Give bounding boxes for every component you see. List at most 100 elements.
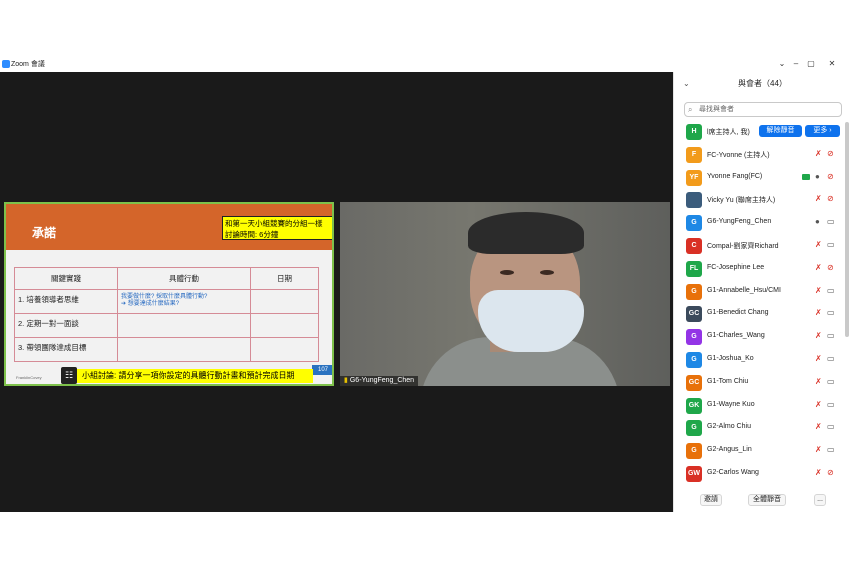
participant-row[interactable]: FL FC-Josephine Lee ✗ ⊘ (674, 259, 844, 282)
participant-row[interactable]: G G2-Angus_Lin ✗ ▭ (674, 441, 844, 464)
avatar: F (686, 146, 702, 163)
participant-name: G1-Annabelle_Hsu/CMI (707, 286, 781, 294)
participant-row[interactable]: G G1-Joshua_Ko ✗ ▭ (674, 350, 844, 373)
participant-name: FC-Yvonne (主持人) (707, 151, 770, 159)
invite-button[interactable]: 邀請 (700, 494, 722, 506)
signal-bars-icon: ▮ (344, 377, 348, 384)
participant-row[interactable]: GK G1-Wayne Kuo ✗ ▭ (674, 396, 844, 419)
mic-muted-icon[interactable]: ✗ (815, 308, 822, 317)
mic-muted-icon[interactable]: ✗ (815, 240, 822, 249)
avatar: C (686, 237, 702, 254)
slide-note-line2: 討論時間: 6分鐘 (225, 230, 279, 239)
participant-row[interactable]: YF Yvonne Fang(FC) ● ⊘ (674, 168, 844, 191)
commitment-table: 關鍵實踐 具體行動 日期 1. 培養領導者思維 我要做什麼? 採取什麼具體行動?… (14, 267, 319, 362)
avatar: G (686, 283, 702, 300)
mic-muted-icon[interactable]: ✗ (815, 331, 822, 340)
participant-row[interactable]: GC G1-Benedict Chang ✗ ▭ (674, 304, 844, 327)
shared-screen-slide[interactable]: 承諾 和第一天小組競賽的分組一樣 討論時間: 6分鐘 關鍵實踐 具體行動 日期 … (4, 202, 334, 386)
participant-name: G2-Angus_Lin (707, 446, 752, 454)
participant-row[interactable]: C Compal-劉家齊Richard ✗ ▭ (674, 236, 844, 259)
camera-icon[interactable]: ▭ (827, 445, 835, 454)
participant-row[interactable]: G G6-YungFeng_Chen ● ▭ (674, 213, 844, 236)
participant-list: H l席主持人, 我) 解除靜音 更多 › F FC-Yvonne (主持人) ✗ ⊘… (674, 122, 844, 487)
close-button[interactable]: ✕ (826, 58, 838, 70)
camera-icon[interactable]: ▭ (827, 422, 835, 431)
table-row: 3. 帶領團隊達成目標 (14, 337, 319, 362)
mic-icon[interactable]: ● (815, 172, 820, 181)
slide-page-number: 107 (312, 365, 332, 375)
unmute-button[interactable]: 解除靜音 (759, 125, 802, 137)
slide-logo: FranklinCovey (16, 375, 42, 380)
group-discussion-icon: ☷ (61, 367, 77, 384)
more-options-button[interactable]: ... (814, 494, 826, 506)
table-cell-practice: 3. 帶領團隊達成目標 (14, 337, 118, 362)
mic-muted-icon[interactable]: ✗ (815, 149, 822, 158)
participant-row[interactable]: F FC-Yvonne (主持人) ✗ ⊘ (674, 145, 844, 168)
participant-row[interactable]: GW G2-Carlos Wang ✗ ⊘ (674, 464, 844, 487)
table-row: 2. 定期一對一面談 (14, 313, 319, 338)
avatar: G (686, 215, 702, 232)
participant-name: Yvonne Fang(FC) (707, 172, 763, 180)
participant-row-self[interactable]: H l席主持人, 我) 解除靜音 更多 › (674, 122, 844, 145)
participant-name: G1-Joshua_Ko (707, 354, 754, 362)
participant-name: G6-YungFeng_Chen (707, 218, 772, 226)
maximize-button[interactable]: ▢ (805, 58, 817, 70)
mic-muted-icon[interactable]: ✗ (815, 422, 822, 431)
participant-row[interactable]: G G1-Annabelle_Hsu/CMI ✗ ▭ (674, 282, 844, 305)
participant-search-input[interactable]: ⌕ 尋找與會者 (684, 102, 842, 117)
search-icon: ⌕ (688, 105, 693, 114)
mic-muted-icon[interactable]: ✗ (815, 194, 822, 203)
action-line2: ➔ 想要達成什麼結果? (121, 301, 180, 307)
table-cell-action: 我要做什麼? 採取什麼具體行動? ➔ 想要達成什麼結果? (117, 289, 251, 314)
camera-off-icon[interactable]: ⊘ (827, 149, 834, 158)
table-header-row: 關鍵實踐 具體行動 日期 (14, 267, 319, 290)
mute-all-button[interactable]: 全體靜音 (748, 494, 786, 506)
dropdown-icon[interactable]: ⌄ (776, 58, 788, 70)
minimize-button[interactable]: – (790, 58, 802, 70)
avatar: GC (686, 374, 702, 391)
mic-icon[interactable]: ● (815, 217, 820, 226)
camera-icon[interactable]: ▭ (827, 400, 835, 409)
avatar: GC (686, 306, 702, 323)
camera-icon[interactable]: ▭ (827, 217, 835, 226)
mic-muted-icon[interactable]: ✗ (815, 400, 822, 409)
camera-icon[interactable]: ▭ (827, 354, 835, 363)
mic-muted-icon[interactable]: ✗ (815, 354, 822, 363)
avatar: H (686, 124, 702, 140)
participant-row[interactable]: G G1-Charles_Wang ✗ ▭ (674, 327, 844, 350)
table-cell-action (117, 313, 251, 338)
table-cell-action (117, 337, 251, 362)
mic-muted-icon[interactable]: ✗ (815, 263, 822, 272)
avatar: G (686, 443, 702, 460)
camera-off-icon[interactable]: ⊘ (827, 172, 834, 181)
mic-muted-icon[interactable]: ✗ (815, 377, 822, 386)
camera-icon[interactable]: ▭ (827, 240, 835, 249)
camera-off-icon[interactable]: ⊘ (827, 194, 834, 203)
more-button[interactable]: 更多 › (805, 125, 840, 137)
participant-row[interactable]: Vicky Yu (聯席主持人) ✗ ⊘ (674, 190, 844, 213)
participant-row[interactable]: G G2-Almo Chiu ✗ ▭ (674, 418, 844, 441)
camera-icon[interactable]: ▭ (827, 331, 835, 340)
video-tile[interactable]: ▮ G6-YungFeng_Chen (340, 202, 670, 386)
mic-muted-icon[interactable]: ✗ (815, 286, 822, 295)
avatar: GW (686, 465, 702, 482)
slide-note: 和第一天小組競賽的分組一樣 討論時間: 6分鐘 (222, 216, 332, 240)
mic-muted-icon[interactable]: ✗ (815, 445, 822, 454)
participant-list-scrollbar[interactable] (845, 122, 849, 337)
participant-row[interactable]: GC G1-Tom Chiu ✗ ▭ (674, 373, 844, 396)
participants-panel: ⌄ 與會者（44） ⌕ 尋找與會者 H l席主持人, 我) 解除靜音 更多 › … (673, 72, 850, 512)
camera-icon[interactable]: ▭ (827, 377, 835, 386)
camera-icon[interactable]: ▭ (827, 308, 835, 317)
slide-note-line1: 和第一天小組競賽的分組一樣 (225, 219, 323, 228)
camera-off-icon[interactable]: ⊘ (827, 468, 834, 477)
participants-title: 與會者（44） (738, 79, 787, 88)
table-cell-date (250, 289, 319, 314)
zoom-logo-icon (2, 60, 10, 68)
mic-muted-icon[interactable]: ✗ (815, 468, 822, 477)
table-header: 具體行動 (117, 267, 251, 290)
camera-off-icon[interactable]: ⊘ (827, 263, 834, 272)
video-person-hair (468, 212, 584, 254)
avatar: FL (686, 260, 702, 277)
participants-footer: 邀請 全體靜音 ... (674, 494, 850, 508)
camera-icon[interactable]: ▭ (827, 286, 835, 295)
